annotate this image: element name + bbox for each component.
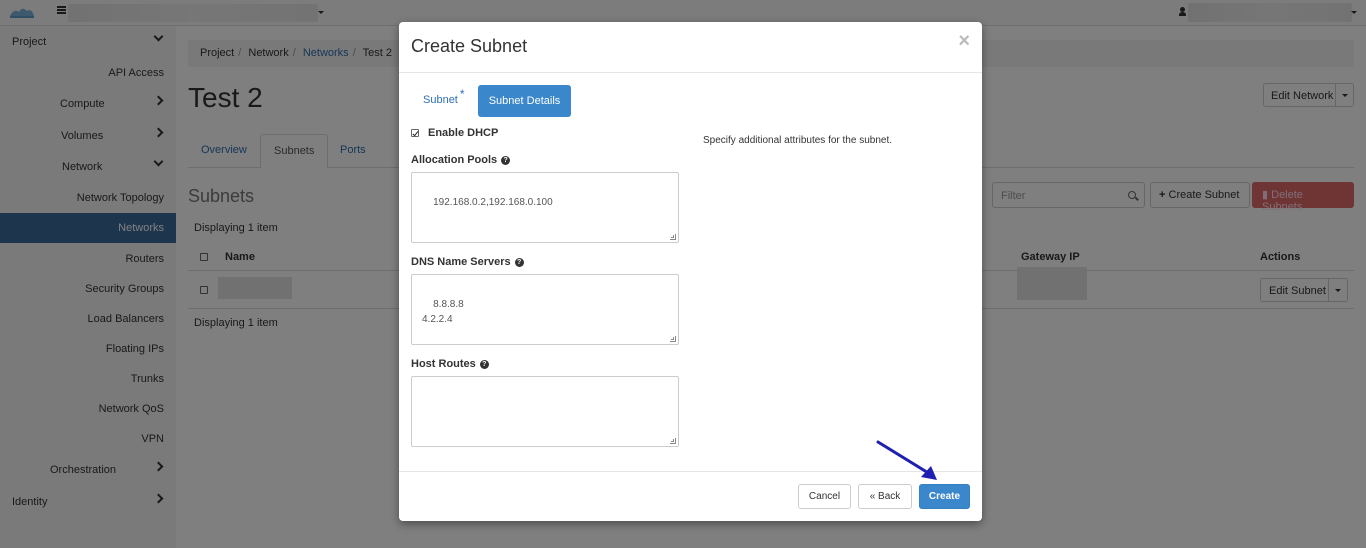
help-icon[interactable]: ? [501,156,511,165]
close-icon[interactable]: × [958,30,970,53]
dns-name-servers-textarea[interactable]: 8.8.8.8 4.2.2.4 [411,274,679,345]
help-icon[interactable]: ? [479,360,489,369]
enable-dhcp-label[interactable]: Enable DHCP [428,127,498,139]
host-routes-label-text: Host Routes [411,358,476,370]
back-button[interactable]: « Back [858,484,912,509]
dns-name-servers-value: 8.8.8.8 4.2.2.4 [422,299,464,325]
allocation-pools-value: 192.168.0.2,192.168.0.100 [433,197,553,208]
annotation-arrow-icon [876,440,937,480]
host-routes-textarea[interactable] [411,376,679,447]
resize-handle-icon[interactable] [670,336,676,342]
help-icon[interactable]: ? [514,258,524,267]
allocation-pools-textarea[interactable]: 192.168.0.2,192.168.0.100 [411,172,679,243]
required-marker: * [459,87,465,101]
dns-name-servers-label-text: DNS Name Servers [411,256,511,268]
resize-handle-icon[interactable] [670,438,676,444]
resize-handle-icon[interactable] [670,234,676,240]
dns-name-servers-label: DNS Name Servers? [411,256,524,268]
allocation-pools-label-text: Allocation Pools [411,154,498,166]
create-button[interactable]: Create [919,484,970,509]
wizard-tab-subnet[interactable]: Subnet * [423,87,465,106]
help-description: Specify additional attributes for the su… [703,135,893,146]
cancel-button[interactable]: Cancel [798,484,851,509]
enable-dhcp-field: Enable DHCP [411,127,498,139]
host-routes-label: Host Routes? [411,358,489,370]
wizard-tab-subnet-details[interactable]: Subnet Details [478,85,571,117]
allocation-pools-label: Allocation Pools? [411,154,511,166]
wizard-tab-subnet-label: Subnet [423,94,458,106]
modal-title: Create Subnet [411,36,528,56]
